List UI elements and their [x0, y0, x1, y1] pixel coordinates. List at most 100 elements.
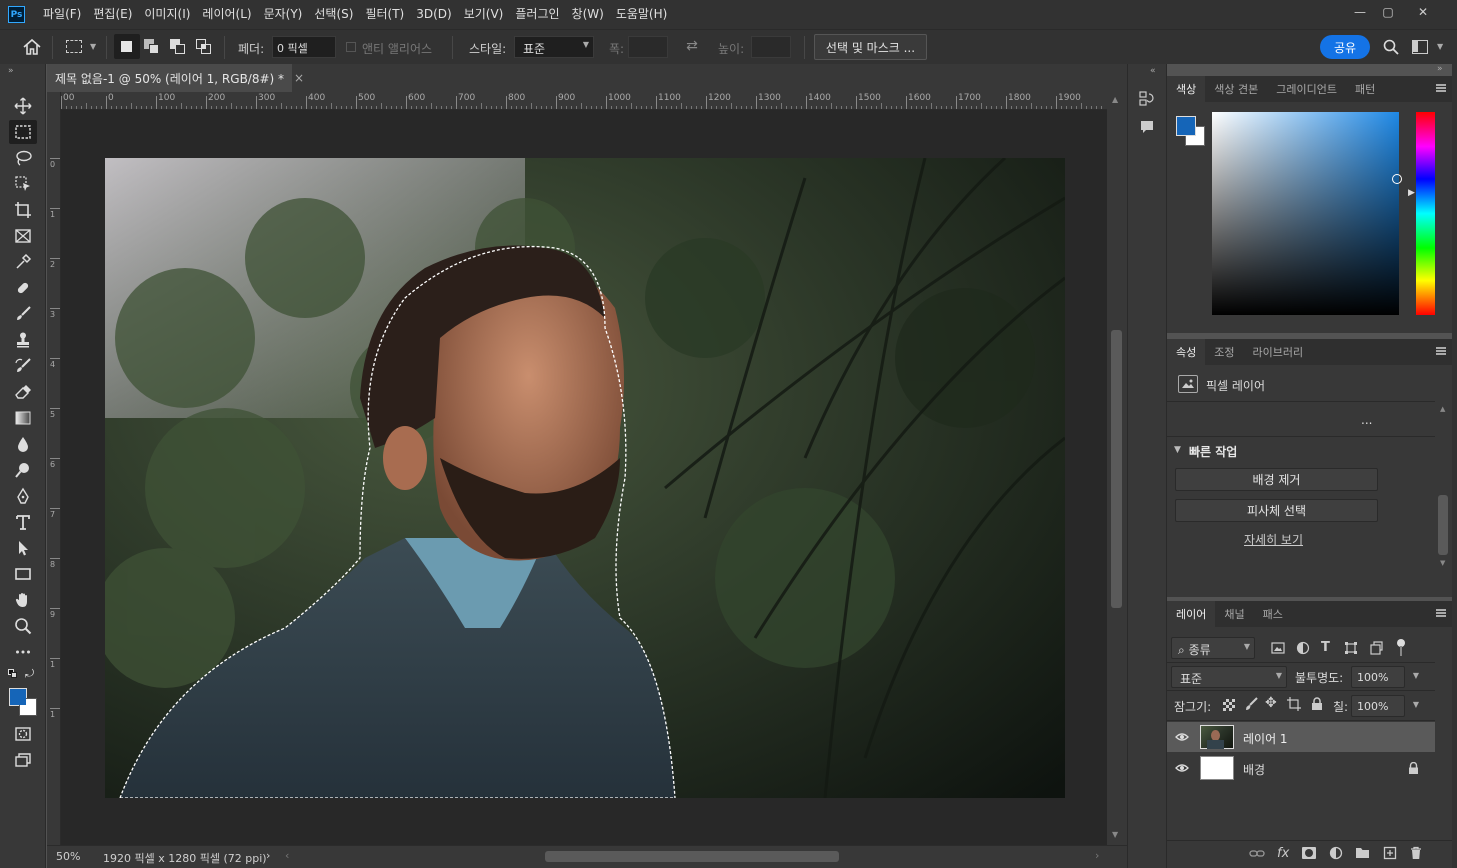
chevron-down-icon[interactable]: ▼ [1413, 671, 1419, 680]
history-panel-icon[interactable] [1139, 90, 1155, 106]
tab-swatches[interactable]: 색상 견본 [1205, 76, 1267, 102]
add-mask-icon[interactable] [1302, 847, 1316, 859]
new-adjustment-layer-icon[interactable] [1329, 846, 1343, 860]
photo-canvas[interactable] [105, 158, 1065, 798]
document-tab[interactable]: 제목 없음-1 @ 50% (레이어 1, RGB/8#) * × [47, 64, 304, 92]
layer-name[interactable]: 배경 [1243, 761, 1265, 778]
move-tool-icon[interactable] [9, 94, 37, 118]
subtract-selection-button[interactable] [170, 39, 186, 55]
pen-tool-icon[interactable] [9, 484, 37, 508]
zoom-tool-icon[interactable] [9, 614, 37, 638]
brush-tool-icon[interactable] [9, 302, 37, 326]
hue-slider[interactable] [1416, 112, 1435, 315]
comments-panel-icon[interactable] [1139, 119, 1155, 135]
close-tab-icon[interactable]: × [294, 71, 304, 85]
chevron-down-icon[interactable]: ▼ [90, 42, 96, 51]
new-group-icon[interactable] [1355, 846, 1370, 859]
tab-color[interactable]: 색상 [1167, 76, 1206, 102]
menu-view[interactable]: 보기(V) [458, 0, 510, 29]
lock-transparency-icon[interactable] [1223, 699, 1235, 711]
swap-colors-icon[interactable]: ⤾ [25, 667, 34, 681]
frame-tool-icon[interactable] [9, 224, 37, 248]
scroll-right-icon[interactable]: › [1095, 849, 1099, 862]
eyedropper-tool-icon[interactable] [9, 250, 37, 274]
menu-select[interactable]: 선택(S) [308, 0, 359, 29]
menu-edit[interactable]: 편집(E) [87, 0, 138, 29]
blend-mode-select[interactable]: 표준 ▼ [1171, 666, 1287, 688]
menu-plugins[interactable]: 플러그인 [509, 0, 565, 29]
intersect-selection-button[interactable] [196, 39, 212, 55]
chevron-down-icon[interactable]: ▼ [1437, 42, 1443, 51]
panel-expand-icon[interactable]: » [1437, 64, 1443, 74]
path-selection-tool-icon[interactable] [9, 536, 37, 560]
filter-smart-object-icon[interactable] [1369, 641, 1383, 655]
zoom-level[interactable]: 50% [56, 850, 80, 863]
minimize-button[interactable]: — [1345, 0, 1375, 24]
dodge-tool-icon[interactable] [9, 458, 37, 482]
menu-3d[interactable]: 3D(D) [410, 0, 457, 29]
chevron-down-icon[interactable]: ▼ [1413, 700, 1419, 709]
more-tools-icon[interactable] [9, 640, 37, 664]
height-input[interactable] [751, 36, 791, 58]
marquee-preset-icon[interactable] [66, 40, 82, 53]
lock-pixels-icon[interactable] [1244, 697, 1258, 711]
layer-filter-select[interactable]: ⌕ 종류 ▼ [1171, 637, 1255, 659]
eraser-tool-icon[interactable] [9, 380, 37, 404]
hue-slider-arrow-icon[interactable]: ▶ [1408, 188, 1415, 198]
crop-tool-icon[interactable] [9, 198, 37, 222]
learn-more-link[interactable]: 자세히 보기 [1244, 531, 1303, 548]
panel-menu-icon[interactable] [1436, 609, 1446, 617]
maximize-button[interactable]: ▢ [1373, 0, 1403, 24]
quick-mask-icon[interactable] [9, 722, 37, 746]
panel-menu-icon[interactable] [1436, 347, 1446, 355]
layer-effects-icon[interactable]: fx [1277, 846, 1289, 861]
canvas-area[interactable] [61, 110, 1107, 845]
scroll-left-icon[interactable]: ‹ [285, 849, 289, 862]
collapse-section-icon[interactable]: ▼ [1174, 445, 1181, 455]
properties-scroll-thumb[interactable] [1438, 495, 1448, 555]
properties-scrollbar[interactable]: ▲ ▼ [1435, 403, 1452, 573]
menu-file[interactable]: 파일(F) [37, 0, 87, 29]
horizontal-ruler[interactable]: 00 0 100 200 300 400 500 600 700 800 900 1000 1100 12… [61, 92, 1107, 110]
color-picker-handle[interactable] [1392, 174, 1402, 184]
layer-name[interactable]: 레이어 1 [1243, 730, 1288, 747]
more-options-icon[interactable]: ... [1361, 413, 1372, 427]
tab-adjustments[interactable]: 조정 [1205, 339, 1243, 365]
antialias-checkbox[interactable] [346, 42, 356, 52]
filter-shape-icon[interactable] [1344, 641, 1358, 655]
vertical-scrollbar[interactable]: ▲ ▼ [1107, 92, 1127, 845]
screen-mode-icon[interactable] [9, 748, 37, 772]
layer-row[interactable]: 레이어 1 [1167, 722, 1435, 752]
blur-tool-icon[interactable] [9, 432, 37, 456]
tab-paths[interactable]: 패스 [1254, 601, 1292, 627]
menu-layer[interactable]: 레이어(L) [196, 0, 257, 29]
close-window-button[interactable]: ✕ [1408, 0, 1438, 24]
fill-input[interactable]: 100% ▼ [1351, 695, 1419, 717]
lock-artboard-icon[interactable] [1287, 697, 1301, 711]
remove-background-button[interactable]: 배경 제거 [1175, 468, 1378, 491]
swap-dimensions-icon[interactable]: ⇄ [683, 38, 701, 56]
layers-scrollbar[interactable] [1435, 722, 1452, 840]
status-arrow-icon[interactable]: › [266, 849, 270, 862]
menu-image[interactable]: 이미지(I) [138, 0, 196, 29]
hand-tool-icon[interactable] [9, 588, 37, 612]
rectangular-marquee-tool-icon[interactable] [9, 120, 37, 144]
search-icon[interactable] [1383, 39, 1399, 55]
filter-pixel-icon[interactable] [1271, 641, 1285, 655]
new-layer-icon[interactable] [1383, 846, 1397, 860]
link-layers-icon[interactable] [1249, 848, 1265, 860]
scroll-up-icon[interactable]: ▲ [1112, 95, 1118, 104]
trash-icon[interactable] [1410, 846, 1422, 860]
filter-adjustment-icon[interactable] [1296, 641, 1310, 655]
object-selection-tool-icon[interactable] [9, 172, 37, 196]
menu-type[interactable]: 문자(Y) [258, 0, 309, 29]
scroll-down-icon[interactable]: ▼ [1112, 830, 1118, 839]
select-and-mask-button[interactable]: 선택 및 마스크 ... [814, 34, 927, 60]
lock-position-icon[interactable]: ✥ [1265, 695, 1277, 711]
expand-icon[interactable]: » [8, 66, 14, 76]
visibility-eye-icon[interactable] [1175, 761, 1189, 775]
photoshop-logo[interactable]: Ps [8, 6, 25, 23]
horizontal-scroll-thumb[interactable] [545, 851, 839, 862]
visibility-eye-icon[interactable] [1175, 730, 1189, 744]
opacity-input[interactable]: 100% ▼ [1351, 666, 1419, 688]
